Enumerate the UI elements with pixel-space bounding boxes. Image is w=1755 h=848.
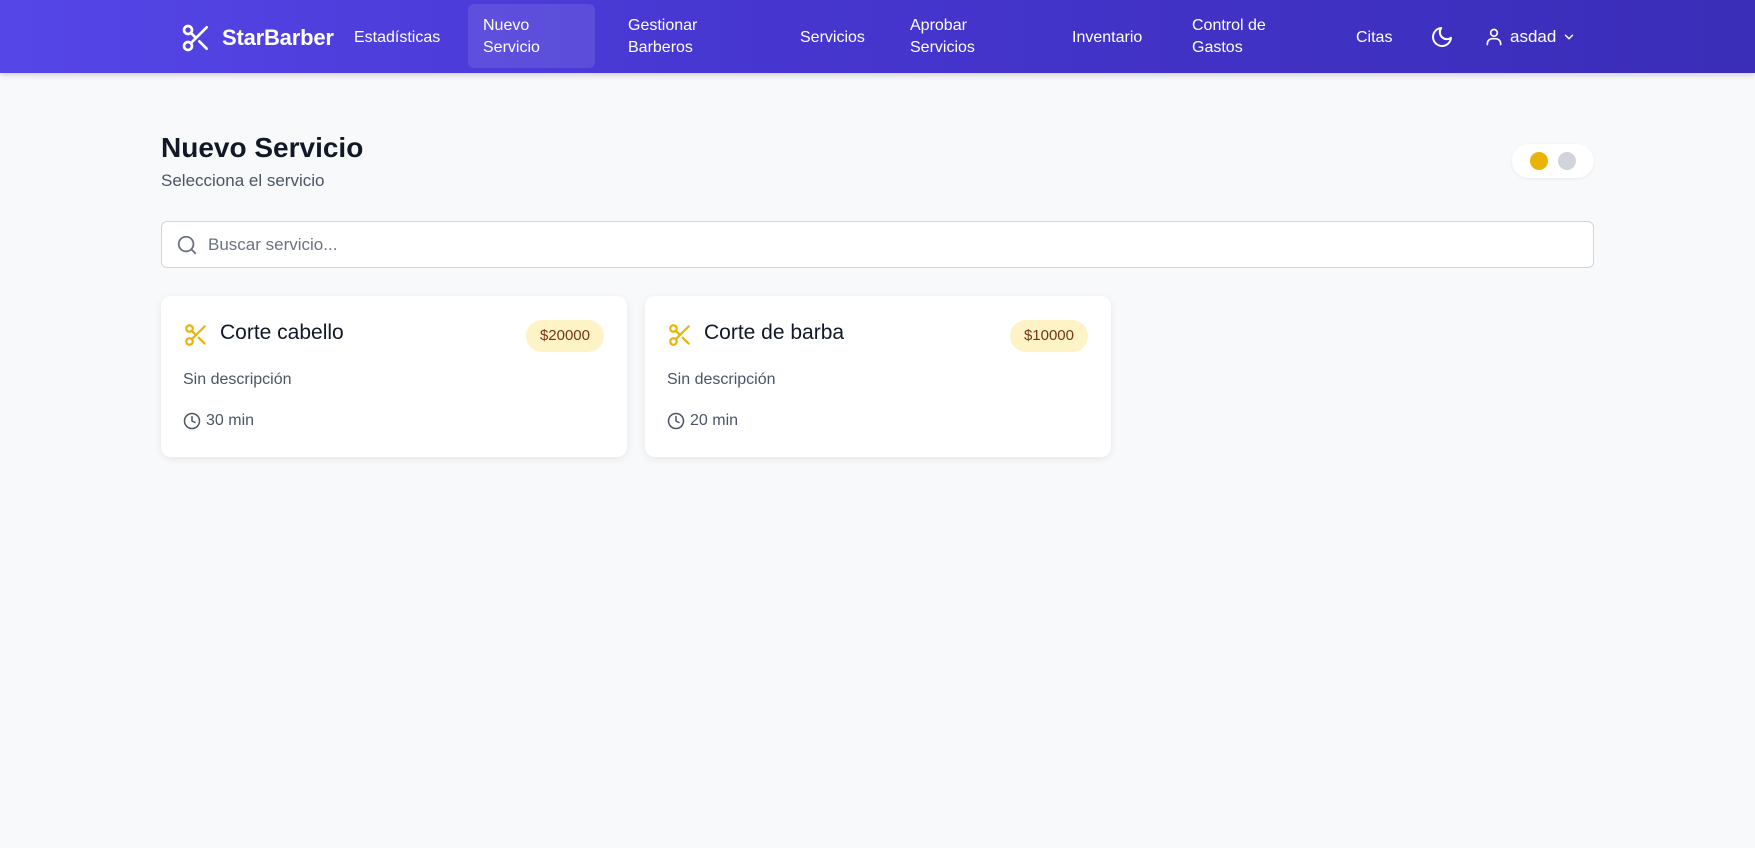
nav-item-label: Nuevo Servicio (483, 17, 540, 56)
chevron-down-icon (1565, 34, 1574, 40)
service-description: Sin descripción (667, 371, 776, 388)
user-name: asdad (1510, 27, 1557, 46)
price-badge: $10000 (1009, 320, 1088, 352)
view-toggle[interactable] (1512, 144, 1594, 178)
search-input[interactable] (208, 222, 1578, 267)
service-description: Sin descripción (183, 371, 292, 388)
nav-item-aprobar-servicios[interactable]: Aprobar Servicios (910, 15, 1010, 59)
scissors-icon (182, 24, 208, 52)
service-name: Corte cabello (220, 321, 344, 344)
page-subtitle: Selecciona el servicio (161, 171, 325, 190)
nav-item-nuevo-servicio[interactable]: Nuevo Servicio (468, 4, 595, 68)
price-badge: $20000 (525, 320, 604, 352)
top-navbar: StarBarber Estadísticas Nuevo Servicio G… (0, 0, 1755, 73)
service-duration: 20 min (667, 412, 738, 430)
toggle-dot-active[interactable] (1530, 152, 1548, 170)
service-duration: 30 min (183, 412, 254, 430)
page-title: Nuevo Servicio (161, 132, 364, 163)
nav-item-gestionar-barberos[interactable]: Gestionar Barberos (628, 15, 738, 59)
scissors-icon (669, 324, 690, 346)
scissors-icon (185, 324, 206, 346)
nav-item-estadisticas[interactable]: Estadísticas (354, 27, 440, 49)
user-icon (1486, 28, 1502, 46)
search-icon (177, 235, 197, 255)
clock-icon (667, 412, 685, 430)
moon-icon (1432, 27, 1452, 47)
user-menu-button[interactable]: asdad (1484, 25, 1576, 49)
duration-label: 30 min (206, 412, 255, 429)
nav-item-servicios[interactable]: Servicios (800, 27, 865, 49)
brand-link[interactable]: StarBarber (180, 20, 334, 56)
nav-item-inventario[interactable]: Inventario (1072, 27, 1142, 49)
search-box (161, 221, 1594, 268)
service-card[interactable]: Corte de barba $10000 Sin descripción 20… (645, 296, 1111, 457)
toggle-dot-inactive[interactable] (1558, 152, 1576, 170)
theme-toggle-button[interactable] (1430, 25, 1454, 49)
nav-item-citas[interactable]: Citas (1356, 27, 1392, 49)
clock-icon (183, 412, 201, 430)
brand-name: StarBarber (222, 25, 334, 50)
duration-label: 20 min (690, 412, 739, 429)
nav-item-control-de-gastos[interactable]: Control de Gastos (1192, 15, 1292, 59)
service-name: Corte de barba (704, 321, 845, 344)
service-card[interactable]: Corte cabello $20000 Sin descripción 30 … (161, 296, 627, 457)
